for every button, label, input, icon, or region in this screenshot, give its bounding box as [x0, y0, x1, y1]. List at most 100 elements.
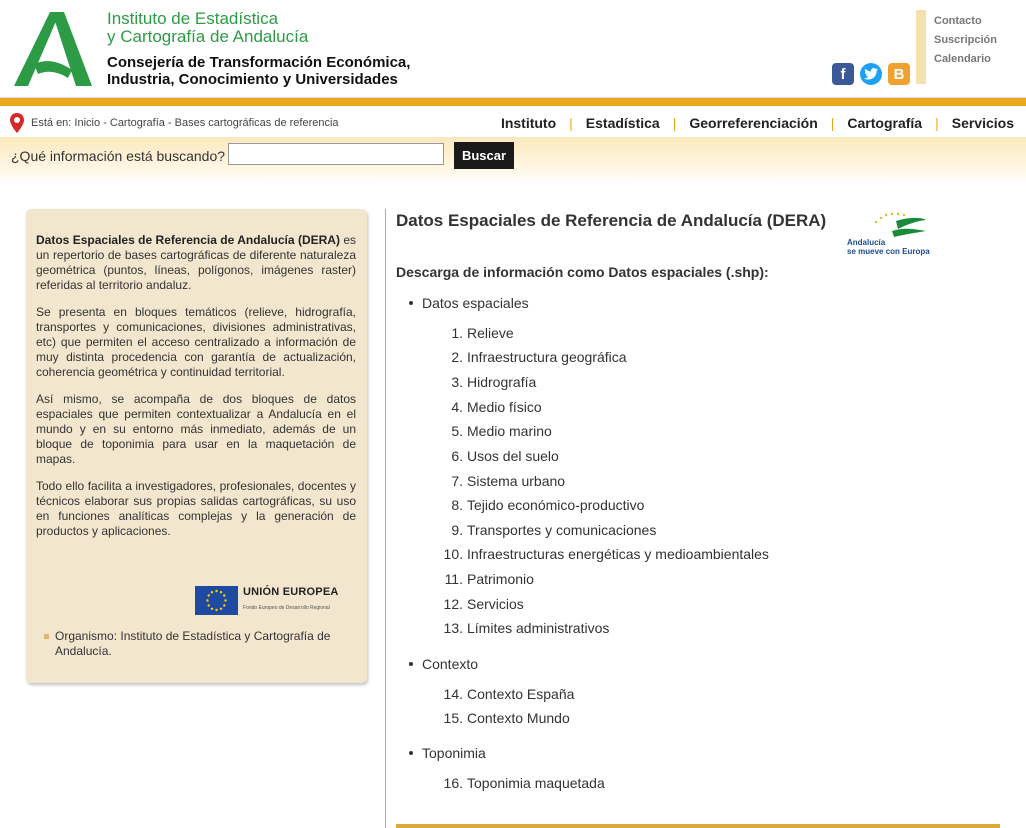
category-datos-espaciales: Datos espaciales: [409, 293, 529, 313]
breadcrumb[interactable]: Está en: Inicio - Cartografía - Bases ca…: [31, 117, 339, 129]
search-input[interactable]: [228, 143, 444, 165]
location-pin-icon: [10, 113, 24, 133]
suscripcion-link[interactable]: Suscripción: [934, 31, 997, 50]
andalucia-europa-text: Andalucía se mueve con Europa: [847, 238, 930, 256]
nav-instituto[interactable]: Instituto: [501, 115, 556, 131]
item-number: 4.: [451, 399, 463, 415]
organismo-item: Organismo: Instituto de Estadística y Ca…: [44, 629, 356, 659]
item-number: 8.: [451, 497, 463, 513]
nav-top-border: [0, 98, 1026, 106]
list-item[interactable]: 8. Tejido económico-productivo: [411, 497, 644, 513]
item-label[interactable]: Usos del suelo: [467, 448, 559, 464]
nav-cartografia[interactable]: Cartografía: [847, 115, 922, 131]
junta-andalucia-logo[interactable]: [12, 12, 92, 86]
nav-separator: |: [830, 115, 835, 131]
item-number: 7.: [451, 473, 463, 489]
content-bottom-border: [396, 824, 1000, 828]
item-number: 2.: [451, 349, 463, 365]
item-label[interactable]: Servicios: [467, 596, 524, 612]
list-item[interactable]: 15. Contexto Mundo: [411, 710, 570, 726]
list-item[interactable]: 12. Servicios: [411, 596, 524, 612]
eu-text: UNIÓN EUROPEA Fondo Europeo de Desarroll…: [243, 585, 339, 616]
item-number: 13.: [443, 620, 463, 636]
list-item[interactable]: 1. Relieve: [411, 325, 514, 341]
sidebar-info-box: Datos Espaciales de Referencia de Andalu…: [26, 209, 367, 683]
bullet-icon: [44, 634, 49, 639]
category-contexto: Contexto: [409, 654, 478, 674]
blogger-icon[interactable]: B: [888, 63, 910, 85]
list-item[interactable]: 13. Límites administrativos: [411, 620, 610, 636]
item-label[interactable]: Patrimonio: [467, 571, 534, 587]
eu-subtitle: Fondo Europeo de Desarrollo Regional: [243, 605, 330, 611]
download-subtitle: Descarga de información como Datos espac…: [396, 264, 769, 280]
list-item[interactable]: 14. Contexto España: [411, 686, 575, 702]
sidebar-paragraph-4: Todo ello facilita a investigadores, pro…: [36, 479, 356, 538]
list-item[interactable]: 16. Toponimia maquetada: [411, 775, 605, 791]
list-item[interactable]: 3. Hidrografía: [411, 374, 536, 390]
list-item[interactable]: 4. Medio físico: [411, 399, 542, 415]
nav-separator: |: [672, 115, 677, 131]
contacto-link[interactable]: Contacto: [934, 12, 997, 31]
item-label[interactable]: Límites administrativos: [467, 620, 609, 636]
eu-logo: UNIÓN EUROPEA Fondo Europeo de Desarroll…: [195, 585, 339, 616]
item-number: 15.: [443, 710, 463, 726]
item-number: 5.: [451, 423, 463, 439]
category-toponimia: Toponimia: [409, 743, 486, 763]
eu-flag-icon: [195, 586, 238, 615]
item-label[interactable]: Infraestructura geográfica: [467, 349, 627, 365]
item-label[interactable]: Relieve: [467, 325, 514, 341]
item-label[interactable]: Contexto España: [467, 686, 574, 702]
list-item[interactable]: 5. Medio marino: [411, 423, 552, 439]
item-number: 9.: [451, 522, 463, 538]
item-label[interactable]: Medio marino: [467, 423, 552, 439]
institute-name-line2: y Cartografía de Andalucía: [107, 27, 309, 46]
item-number: 1.: [451, 325, 463, 341]
item-label[interactable]: Tejido económico-productivo: [467, 497, 644, 513]
search-bar: ¿Qué información está buscando? Buscar: [0, 137, 1026, 183]
item-label[interactable]: Infraestructuras energéticas y medioambi…: [467, 546, 769, 562]
institute-name[interactable]: Instituto de Estadística y Cartografía d…: [107, 10, 308, 46]
list-item[interactable]: 7. Sistema urbano: [411, 473, 565, 489]
facebook-icon[interactable]: f: [832, 63, 854, 85]
top-links: Contacto Suscripción Calendario: [934, 12, 997, 69]
list-item[interactable]: 6. Usos del suelo: [411, 448, 559, 464]
consejeria-line2: Industria, Conocimiento y Universidades: [107, 71, 398, 88]
sidebar-paragraph-3: Así mismo, se acompaña de dos bloques de…: [36, 392, 356, 466]
item-label[interactable]: Medio físico: [467, 399, 542, 415]
category-label: Datos espaciales: [422, 295, 529, 311]
item-number: 11.: [444, 571, 463, 587]
sidebar-paragraph-2: Se presenta en bloques temáticos (reliev…: [36, 305, 356, 379]
nav-estadistica[interactable]: Estadística: [586, 115, 660, 131]
organismo-text: Organismo: Instituto de Estadística y Ca…: [55, 629, 331, 658]
category-label: Toponimia: [422, 745, 486, 761]
dera-name: Datos Espaciales de Referencia de Andalu…: [36, 233, 340, 247]
item-label[interactable]: Toponimia maquetada: [467, 775, 605, 791]
search-button[interactable]: Buscar: [454, 142, 514, 169]
bullet-icon: [409, 301, 413, 305]
twitter-icon[interactable]: [860, 63, 882, 85]
sidebar-paragraph-1: Datos Espaciales de Referencia de Andalu…: [36, 233, 356, 293]
bullet-icon: [409, 662, 413, 666]
nav-servicios[interactable]: Servicios: [952, 115, 1014, 131]
main-content: Datos Espaciales de Referencia de Andalu…: [396, 209, 1000, 791]
site-header: Instituto de Estadística y Cartografía d…: [0, 0, 1026, 98]
list-item[interactable]: 2. Infraestructura geográfica: [411, 349, 627, 365]
list-item[interactable]: 9. Transportes y comunicaciones: [411, 522, 656, 538]
content-divider: [385, 209, 386, 828]
item-label[interactable]: Sistema urbano: [467, 473, 565, 489]
item-label[interactable]: Contexto Mundo: [467, 710, 570, 726]
list-item[interactable]: 11. Patrimonio: [411, 571, 534, 587]
list-item[interactable]: 10. Infraestructuras energéticas y medioa…: [411, 546, 769, 562]
item-label[interactable]: Hidrografía: [467, 374, 536, 390]
item-number: 6.: [451, 448, 463, 464]
badge-line2: se mueve con Europa: [847, 247, 930, 256]
calendario-link[interactable]: Calendario: [934, 50, 997, 69]
consejeria-line1: Consejería de Transformación Económica,: [107, 54, 411, 71]
item-label[interactable]: Transportes y comunicaciones: [467, 522, 656, 538]
item-number: 3.: [451, 374, 463, 390]
nav-georreferenciacion[interactable]: Georreferenciación: [689, 115, 817, 131]
consejeria-name: Consejería de Transformación Económica, …: [107, 54, 410, 88]
nav-bar: Está en: Inicio - Cartografía - Bases ca…: [0, 106, 1026, 137]
item-number: 12.: [443, 596, 463, 612]
eu-title: UNIÓN EUROPEA: [243, 586, 339, 598]
